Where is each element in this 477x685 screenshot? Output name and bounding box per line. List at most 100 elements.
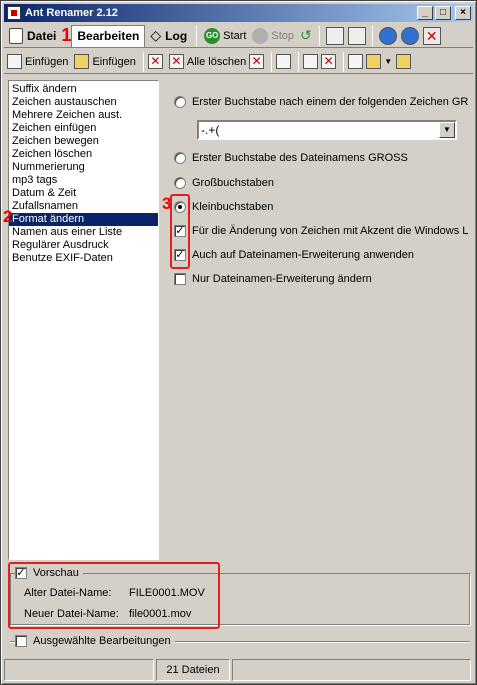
- list-item[interactable]: Zeichen bewegen: [9, 135, 158, 148]
- tab-datei-label: Datei: [27, 28, 57, 43]
- separator: [196, 25, 198, 46]
- radio-icon[interactable]: [174, 96, 186, 108]
- paste-insert-button[interactable]: Einfügen: [71, 51, 138, 73]
- list-item[interactable]: Suffix ändern: [9, 83, 158, 96]
- radio-icon[interactable]: [174, 152, 186, 164]
- option-accent-label: Für die Änderung von Zeichen mit Akzent …: [192, 225, 469, 237]
- edit-toolbar: Einfügen Einfügen ✕ ✕ Alle löschen ✕ ✕ ▼: [4, 50, 473, 74]
- list-item[interactable]: Namen aus einer Liste: [9, 226, 158, 239]
- chars-value: -.+(: [201, 123, 220, 137]
- status-file-count: 21 Dateien: [156, 659, 230, 681]
- paste-icon: [7, 54, 22, 69]
- grid-icon[interactable]: [303, 54, 319, 69]
- delete-all-icon: ✕: [168, 54, 184, 69]
- annotation-2: 2: [3, 207, 13, 226]
- minimize-button[interactable]: _: [417, 6, 433, 20]
- list-item[interactable]: Mehrere Zeichen aust.: [9, 109, 158, 122]
- search-icon[interactable]: [276, 54, 292, 69]
- title-bar[interactable]: Ant Renamer 2.12 _ □ ×: [4, 4, 473, 22]
- tab-log-label: Log: [165, 28, 188, 43]
- list-item[interactable]: Regulärer Ausdruck: [9, 239, 158, 252]
- annotation-1: 1: [61, 25, 72, 45]
- status-bar: 21 Dateien: [4, 659, 473, 681]
- status-cell-empty: [232, 659, 471, 681]
- dropdown-arrow-icon[interactable]: ▼: [384, 57, 392, 66]
- separator: [298, 51, 300, 72]
- list-item[interactable]: Datum & Zeit: [9, 187, 158, 200]
- option-lowercase-label: Kleinbuchstaben: [192, 201, 274, 213]
- app-window: Ant Renamer 2.12 _ □ × Datei 1 Bearbeite…: [0, 0, 477, 685]
- checkbox-icon[interactable]: [174, 273, 186, 285]
- app-icon: [7, 6, 21, 20]
- tab-bearbeiten-label: Bearbeiten: [77, 29, 140, 43]
- undo-icon[interactable]: ↺: [300, 27, 312, 44]
- file-icon: [9, 27, 23, 44]
- paste-add-button[interactable]: Einfügen: [4, 51, 71, 73]
- list-item[interactable]: Zeichen löschen: [9, 148, 158, 161]
- paste-insert-label: Einfügen: [92, 55, 136, 68]
- option-first-after-chars-label: Erster Buchstabe nach einem der folgende…: [192, 96, 469, 108]
- stop-button[interactable]: Stop: [249, 25, 297, 47]
- maximize-button[interactable]: □: [435, 6, 451, 20]
- window-title: Ant Renamer 2.12: [25, 7, 118, 19]
- info-icon[interactable]: [400, 26, 419, 45]
- list-item[interactable]: mp3 tags: [9, 174, 158, 187]
- option-uppercase-label: Großbuchstaben: [192, 177, 274, 189]
- tab-log[interactable]: ◇ Log: [145, 25, 192, 47]
- selected-edits-legend[interactable]: Ausgewählte Bearbeitungen: [15, 635, 175, 647]
- settings-window-icon[interactable]: [347, 26, 366, 45]
- separator: [142, 51, 144, 72]
- tab-bar: Datei 1 Bearbeiten ◇ Log GO Start Stop ↺…: [4, 24, 473, 48]
- tab-bearbeiten[interactable]: Bearbeiten: [71, 24, 146, 47]
- window-icon[interactable]: [325, 26, 344, 45]
- list-item[interactable]: Nummerierung: [9, 161, 158, 174]
- clear-grid-icon[interactable]: ✕: [321, 54, 337, 69]
- tab-datei[interactable]: Datei: [4, 25, 61, 47]
- go-icon: GO: [204, 27, 221, 44]
- stop-label: Stop: [271, 29, 295, 42]
- highlight-box-preview: [8, 562, 220, 629]
- remove-icon[interactable]: ✕: [249, 54, 265, 69]
- separator: [271, 51, 273, 72]
- option-first-of-filename[interactable]: Erster Buchstabe des Dateinamens GROSS: [174, 152, 408, 164]
- option-apply-extension[interactable]: ✓ Auch auf Dateinamen-Erweiterung anwend…: [174, 249, 414, 261]
- option-first-of-filename-label: Erster Buchstabe des Dateinamens GROSS: [192, 152, 408, 164]
- exit-icon[interactable]: ✕: [422, 26, 441, 45]
- save-icon[interactable]: [396, 54, 412, 69]
- selected-edits-label: Ausgewählte Bearbeitungen: [33, 635, 171, 647]
- new-icon[interactable]: [348, 54, 364, 69]
- chars-combobox[interactable]: -.+( ▼: [197, 120, 457, 140]
- help-icon[interactable]: [378, 26, 397, 45]
- radio-icon[interactable]: [174, 177, 186, 189]
- separator: [318, 25, 320, 46]
- option-uppercase[interactable]: Großbuchstaben: [174, 177, 274, 189]
- list-item[interactable]: Format ändern: [9, 213, 158, 226]
- list-item[interactable]: Zeichen austauschen: [9, 96, 158, 109]
- close-button[interactable]: ×: [455, 6, 471, 20]
- option-first-after-chars[interactable]: Erster Buchstabe nach einem der folgende…: [174, 96, 468, 108]
- start-button[interactable]: GO Start: [201, 25, 249, 47]
- list-item[interactable]: Zufallsnamen: [9, 200, 158, 213]
- list-item[interactable]: Zeichen einfügen: [9, 122, 158, 135]
- highlight-box-options: [170, 194, 190, 269]
- stop-icon: [252, 27, 269, 44]
- delete-icon[interactable]: ✕: [147, 54, 163, 69]
- action-list[interactable]: Suffix ändern Zeichen austauschen Mehrere …: [8, 80, 159, 560]
- option-apply-extension-label: Auch auf Dateinamen-Erweiterung anwenden: [192, 249, 414, 261]
- options-panel: Erster Buchstabe nach einem der folgende…: [164, 80, 470, 560]
- list-item[interactable]: Benutze EXIF-Daten: [9, 252, 158, 265]
- chevron-down-icon[interactable]: ▼: [439, 122, 455, 138]
- option-only-extension-label: Nur Dateinamen-Erweiterung ändern: [192, 273, 372, 285]
- log-icon: ◇: [150, 27, 162, 43]
- paste-add-label: Einfügen: [25, 55, 69, 68]
- delete-all-button[interactable]: ✕ Alle löschen: [166, 51, 249, 73]
- open-icon[interactable]: [366, 54, 382, 69]
- checkbox-icon[interactable]: [15, 635, 27, 647]
- start-label: Start: [223, 29, 247, 42]
- separator: [371, 25, 373, 46]
- delete-all-label: Alle löschen: [186, 55, 247, 68]
- paste-folder-icon: [74, 54, 90, 69]
- status-cell-empty: [4, 659, 154, 681]
- option-only-extension[interactable]: Nur Dateinamen-Erweiterung ändern: [174, 273, 372, 285]
- option-accent[interactable]: ✓ Für die Änderung von Zeichen mit Akzen…: [174, 225, 468, 237]
